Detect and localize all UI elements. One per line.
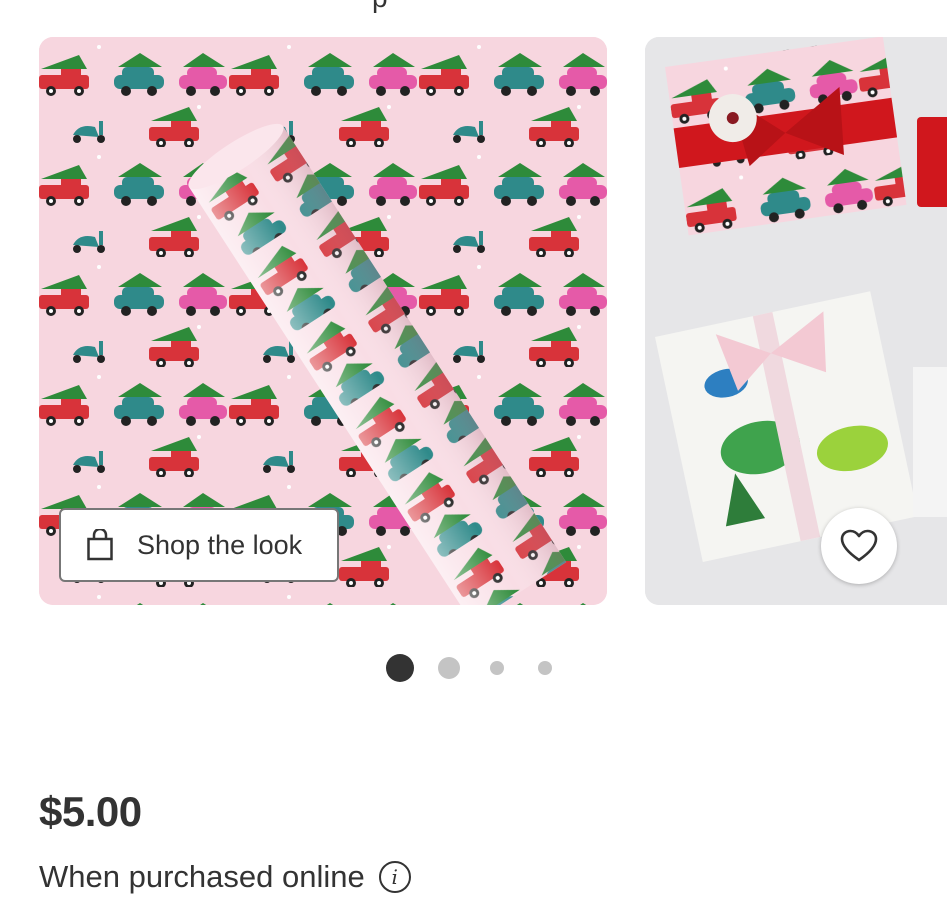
product-image-next[interactable] [645,37,947,605]
header-cutoff: p [0,0,947,14]
carousel-dot-3[interactable] [490,661,504,675]
favorite-button[interactable] [821,508,897,584]
header-cutoff-text: p [372,0,388,14]
heart-icon [840,529,878,562]
shop-the-look-button[interactable]: Shop the look [59,508,339,582]
carousel-dot-4[interactable] [538,661,552,675]
carousel-dot-1-active[interactable] [386,654,414,682]
info-icon[interactable]: i [378,861,411,893]
purchase-note: When purchased online i [39,857,411,897]
shopping-bag-icon [87,529,113,561]
purchase-note-text: When purchased online [39,859,365,894]
image-carousel[interactable]: Shop the look [0,37,947,605]
product-price: $5.00 [39,788,142,835]
shop-the-look-label: Shop the look [137,529,303,560]
carousel-dot-2[interactable] [438,657,460,679]
carousel-pagination [0,652,947,684]
